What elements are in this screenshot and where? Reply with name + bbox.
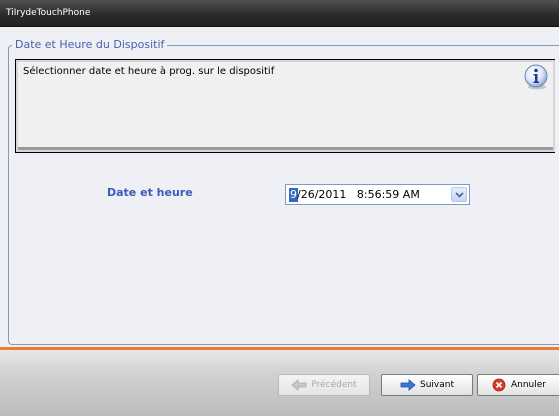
footer-bar: Précédent Suivant Annuler — [0, 350, 559, 416]
cancel-button[interactable]: Annuler — [477, 374, 559, 396]
cancel-button-label: Annuler — [510, 380, 546, 390]
previous-button-label: Précédent — [311, 380, 357, 390]
arrow-left-icon — [291, 378, 307, 392]
title-bar: TiIrydeTouchPhone — [0, 0, 559, 27]
cancel-icon — [491, 378, 507, 392]
next-button-label: Suivant — [420, 380, 454, 390]
info-panel: Sélectionner date et heure à prog. sur l… — [15, 59, 555, 153]
main-content: Date et Heure du Dispositif Sélectionner… — [0, 27, 559, 347]
window-title: TiIrydeTouchPhone — [6, 8, 91, 18]
arrow-right-icon — [400, 378, 416, 392]
previous-button[interactable]: Précédent — [278, 374, 370, 396]
datetime-value: /26/2011 8:56:59 AM — [297, 188, 420, 201]
info-message: Sélectionner date et heure à prog. sur l… — [23, 66, 275, 77]
info-icon — [522, 63, 550, 91]
chevron-down-icon[interactable] — [451, 187, 467, 202]
group-legend: Date et Heure du Dispositif — [12, 38, 168, 51]
datetime-label: Date et heure — [107, 186, 193, 199]
next-button[interactable]: Suivant — [381, 374, 473, 396]
datetime-picker[interactable]: 9 /26/2011 8:56:59 AM — [285, 184, 470, 205]
